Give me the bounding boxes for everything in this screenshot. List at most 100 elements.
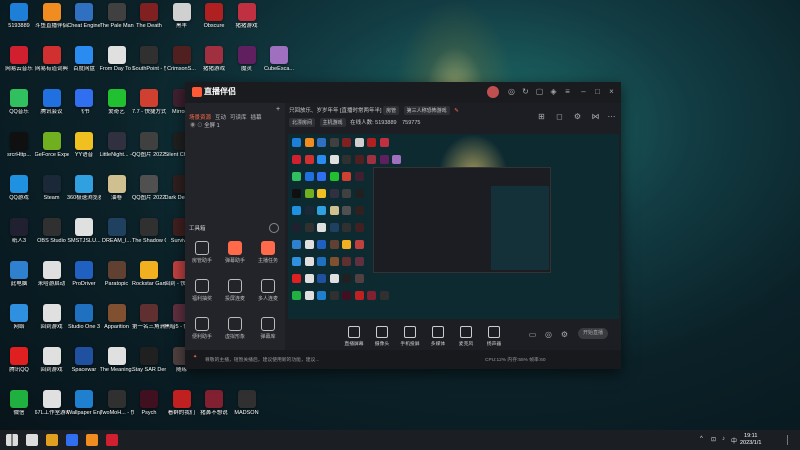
- chat-icon[interactable]: ▢: [535, 87, 544, 96]
- left-tab[interactable]: 互动: [215, 113, 226, 121]
- gift-icon[interactable]: ⊞: [537, 112, 546, 121]
- close-icon[interactable]: ×: [607, 87, 616, 96]
- desktop-icon[interactable]: Paratopic: [100, 261, 134, 287]
- desktop-icon[interactable]: Rockstar Games...: [132, 261, 166, 287]
- desktop-icon[interactable]: 回到游戏: [35, 304, 69, 330]
- avatar[interactable]: [487, 86, 499, 98]
- desktop-icon[interactable]: 看群的我们: [165, 390, 199, 416]
- area-chip-2[interactable]: 主机游戏: [319, 118, 346, 127]
- desktop-icon[interactable]: MADSON: [230, 390, 264, 416]
- eye-toggle-icon[interactable]: ◎: [544, 330, 553, 339]
- stream-preview[interactable]: [288, 134, 619, 319]
- desktop-icon[interactable]: The Pale Man - 快...: [100, 3, 134, 29]
- left-tab[interactable]: 插幕: [251, 113, 262, 121]
- netease-music-icon[interactable]: [106, 434, 118, 446]
- desktop-icon[interactable]: 黑羊: [165, 3, 199, 29]
- desktop-icon[interactable]: Psych: [132, 390, 166, 416]
- desktop-icon[interactable]: DREAM_I...: [100, 218, 134, 244]
- desktop-icon[interactable]: LittleNight... - 快捷方式: [100, 132, 134, 158]
- source-button[interactable]: 摄像头: [371, 326, 393, 347]
- desktop-icon[interactable]: 百度网盘: [67, 46, 101, 72]
- desktop-icon[interactable]: Stay SAR Demo: [132, 347, 166, 373]
- desktop-icon[interactable]: 第一名三角洲行动: [132, 304, 166, 330]
- search-icon[interactable]: [26, 434, 38, 446]
- tool-item[interactable]: 多人连麦: [253, 279, 283, 302]
- desktop-icon[interactable]: GeForce Experience: [35, 132, 69, 158]
- refresh-icon[interactable]: ↻: [521, 87, 530, 96]
- area-chip-1[interactable]: 北漂房间: [289, 118, 316, 127]
- desktop-icon[interactable]: Apparition: [100, 304, 134, 330]
- room-manager-chip[interactable]: 房管: [383, 106, 400, 115]
- desktop-icon[interactable]: 腾讯QQ: [2, 347, 36, 373]
- headset-icon[interactable]: ◎: [507, 87, 516, 96]
- desktop-icon[interactable]: 网易云音乐: [2, 46, 36, 72]
- maximize-icon[interactable]: □: [593, 87, 602, 96]
- more-icon[interactable]: ⋯: [607, 112, 616, 121]
- desktop-icon[interactable]: 此电脑: [2, 261, 36, 287]
- desktop-icon[interactable]: Spacewar: [67, 347, 101, 373]
- left-tab[interactable]: 场景资源: [189, 113, 211, 121]
- edit-icon[interactable]: ✎: [454, 108, 459, 114]
- category-chip[interactable]: 第三人称恐怖游戏: [403, 106, 450, 115]
- desktop-icon[interactable]: srcrHttp...: [2, 132, 36, 158]
- live-companion-window[interactable]: 直播伴侣 ◎ ↻ ▢ ◈ ≡ – □ × 场景资源 互动 可读库 插幕 + ◉ ⊙ 全…: [185, 82, 621, 369]
- gear-icon[interactable]: ⚙: [560, 330, 569, 339]
- desktop-icon[interactable]: 油卷: [100, 175, 134, 201]
- tool-item[interactable]: 主播任务: [253, 241, 283, 264]
- show-desktop-button[interactable]: [787, 435, 794, 445]
- source-button[interactable]: 手机投屏: [399, 326, 421, 347]
- desktop-icon[interactable]: 67L工作室游戏: [35, 390, 69, 416]
- desktop-icon[interactable]: 爱奇艺: [100, 89, 134, 115]
- desktop-icon[interactable]: 斗鱼直播伴侣: [35, 3, 69, 29]
- left-tab[interactable]: 可读库: [230, 113, 247, 121]
- desktop-icon[interactable]: The Shadow Over Rout...: [132, 218, 166, 244]
- desktop-icon[interactable]: QQ音乐: [2, 89, 36, 115]
- chrome-icon[interactable]: [46, 434, 58, 446]
- ime-indicator[interactable]: 中: [731, 436, 737, 445]
- minimize-icon[interactable]: –: [579, 87, 588, 96]
- start-menu-icon[interactable]: [6, 434, 18, 446]
- desktop-icon[interactable]: 猪猪游戏: [197, 46, 231, 72]
- feishu-icon[interactable]: [66, 434, 78, 446]
- desktop-icon[interactable]: 回到游戏: [35, 347, 69, 373]
- desktop-icon[interactable]: ProDriver: [67, 261, 101, 287]
- clock[interactable]: 19:11 2023/1/1: [740, 433, 761, 447]
- desktop-icon[interactable]: 纸人3: [2, 218, 36, 244]
- desktop-icon[interactable]: Studio One 3: [67, 304, 101, 330]
- desktop-icon[interactable]: The Death: [132, 3, 166, 29]
- network-icon[interactable]: ⊡: [711, 436, 716, 443]
- desktop-icon[interactable]: 网络: [2, 304, 36, 330]
- camera-icon[interactable]: ▭: [528, 330, 537, 339]
- desktop-icon[interactable]: 5193889: [2, 3, 36, 29]
- source-button[interactable]: 扬声器: [483, 326, 505, 347]
- eye-icon[interactable]: ◉ ⊙: [190, 123, 204, 129]
- desktop-icon[interactable]: Cheat Engine: [67, 3, 101, 29]
- desktop-icon[interactable]: 猪鼻不想说: [197, 390, 231, 416]
- desktop-icon[interactable]: SouthPoint - 快捷方式: [132, 46, 166, 72]
- desktop-icon[interactable]: 腾讯会议: [35, 89, 69, 115]
- tool-item[interactable]: 便利助手: [187, 317, 217, 340]
- desktop-icon[interactable]: 7.7 - 快捷方式: [132, 89, 166, 115]
- desktop-icon[interactable]: From Day To Day: [100, 46, 134, 72]
- tool-item[interactable]: 弹幕库: [253, 317, 283, 340]
- share-icon[interactable]: ⋈: [591, 112, 600, 121]
- tool-item[interactable]: 虚拟形象: [220, 317, 250, 340]
- desktop-icon[interactable]: 网易有道词典: [35, 46, 69, 72]
- scene-item[interactable]: ◉ ⊙ 全屏 1: [190, 121, 220, 129]
- desktop-icon[interactable]: QQ游戏: [2, 175, 36, 201]
- desktop-icon[interactable]: CrimsonS...: [165, 46, 199, 72]
- volume-icon[interactable]: ♪: [722, 436, 725, 442]
- desktop-icon[interactable]: Wallpaper Engine...: [67, 390, 101, 416]
- toolbox-toggle-icon[interactable]: [269, 223, 279, 233]
- desktop-icon[interactable]: OBS Studio: [35, 218, 69, 244]
- title-bar[interactable]: 直播伴侣 ◎ ↻ ▢ ◈ ≡ – □ ×: [185, 82, 621, 103]
- desktop-icon[interactable]: QQ图片 2022123...: [132, 175, 166, 201]
- desktop-icon[interactable]: 魔灵: [230, 46, 264, 72]
- source-button[interactable]: 多媒体: [427, 326, 449, 347]
- settings-icon[interactable]: ⚙: [573, 112, 582, 121]
- desktop-icon[interactable]: 飞书: [67, 89, 101, 115]
- source-button[interactable]: 麦克风: [455, 326, 477, 347]
- desktop-icon[interactable]: 360极速浏览器: [67, 175, 101, 201]
- desktop-icon[interactable]: YY语音: [67, 132, 101, 158]
- skin-icon[interactable]: ◈: [549, 87, 558, 96]
